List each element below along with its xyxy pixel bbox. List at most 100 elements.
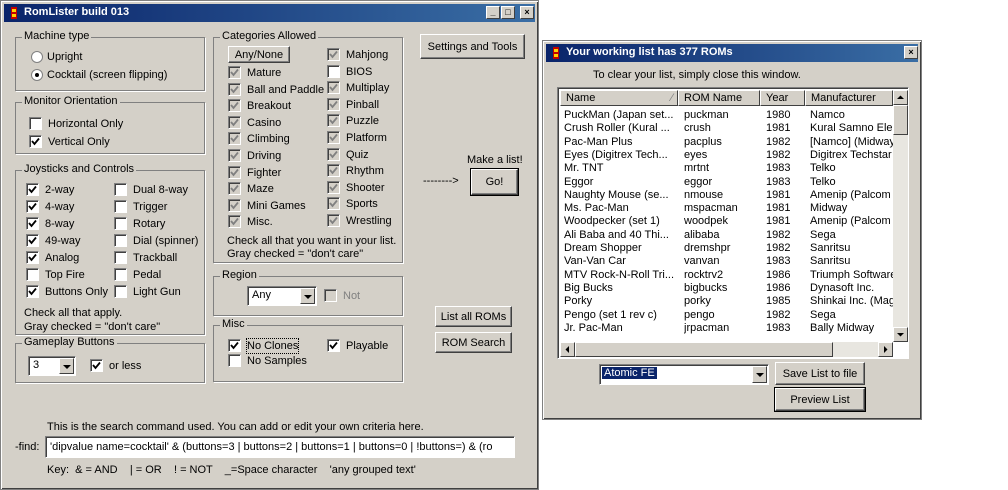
- list-titlebar[interactable]: Your working list has 377 ROMs ×: [546, 44, 918, 62]
- checkbox-box[interactable]: [324, 289, 337, 302]
- checkbox-box[interactable]: [228, 198, 241, 212]
- table-row[interactable]: Mr. TNT mrtnt 1983 Telko: [558, 162, 893, 175]
- checkbox-box[interactable]: [26, 268, 39, 281]
- checkbox-box[interactable]: [90, 359, 103, 372]
- vertical-scrollbar[interactable]: [893, 90, 908, 342]
- checkbox-box[interactable]: [26, 200, 39, 213]
- checkbox-box[interactable]: [26, 285, 39, 298]
- checkbox-box[interactable]: [114, 251, 127, 264]
- table-row[interactable]: Jr. Pac-Man jrpacman 1983 Bally Midway: [558, 322, 893, 335]
- check-icon: [230, 85, 239, 94]
- table-row[interactable]: Eggor eggor 1983 Telko: [558, 176, 893, 189]
- column-header-rom-name[interactable]: ROM Name: [678, 90, 760, 106]
- checkbox-box[interactable]: [228, 99, 241, 113]
- checkbox-box[interactable]: [327, 339, 340, 352]
- checkbox-box[interactable]: [26, 234, 39, 247]
- checkbox-box[interactable]: [228, 354, 241, 367]
- checkbox-box[interactable]: [327, 214, 340, 227]
- scroll-down-button[interactable]: [893, 327, 908, 342]
- preview-list-button[interactable]: Preview List: [774, 387, 866, 412]
- checkbox-box[interactable]: [327, 97, 340, 111]
- checkbox-box[interactable]: [327, 131, 340, 144]
- checkbox-box[interactable]: [114, 217, 127, 230]
- checkbox-box[interactable]: [228, 82, 241, 96]
- close-button[interactable]: ×: [904, 46, 918, 59]
- settings-tools-button[interactable]: Settings and Tools: [420, 34, 525, 59]
- checkbox-box[interactable]: [26, 183, 39, 196]
- scroll-h-thumb[interactable]: [575, 342, 833, 357]
- chevron-down-icon[interactable]: [59, 358, 74, 374]
- region-select[interactable]: Any: [247, 286, 317, 306]
- table-row[interactable]: Pengo (set 1 rev c) pengo 1982 Sega: [558, 309, 893, 322]
- frontend-select[interactable]: Atomic FE: [599, 364, 769, 385]
- table-cell: 1981: [766, 215, 791, 228]
- checkbox-box[interactable]: [228, 182, 241, 196]
- minimize-button[interactable]: _: [486, 6, 500, 19]
- find-input[interactable]: 'dipvalue name=cocktail' & (buttons=3 | …: [45, 436, 515, 458]
- radio-circle[interactable]: [31, 51, 43, 63]
- list-all-roms-button[interactable]: List all ROMs: [435, 306, 512, 327]
- checkbox-box[interactable]: [327, 180, 340, 194]
- checkbox-box[interactable]: [228, 165, 241, 179]
- any-none-button[interactable]: Any/None: [228, 46, 290, 63]
- table-row[interactable]: Ms. Pac-Man mspacman 1981 Midway: [558, 202, 893, 215]
- scroll-left-button[interactable]: [560, 342, 575, 357]
- checkbox-box[interactable]: [26, 217, 39, 230]
- checkbox-box[interactable]: [327, 48, 340, 61]
- checkbox-box[interactable]: [327, 147, 340, 161]
- checkbox-box[interactable]: [114, 200, 127, 213]
- table-row[interactable]: MTV Rock-N-Roll Tri... rocktrv2 1986 Triump…: [558, 269, 894, 282]
- chevron-down-icon[interactable]: [752, 366, 767, 383]
- checkbox-box[interactable]: [327, 164, 340, 178]
- table-row[interactable]: Dream Shopper dremshpr 1982 Sanritsu: [558, 242, 893, 255]
- column-header-name[interactable]: Name ⁄: [560, 90, 678, 106]
- table-row[interactable]: Porky porky 1985 Shinkai Inc. (Mag: [558, 295, 894, 308]
- scroll-right-button[interactable]: [878, 342, 893, 357]
- checkbox-box[interactable]: [114, 183, 127, 196]
- table-row[interactable]: Pac-Man Plus pacplus 1982 [Namco] (Midway: [558, 136, 894, 149]
- rom-search-button[interactable]: ROM Search: [435, 332, 512, 353]
- scroll-thumb[interactable]: [893, 105, 908, 135]
- checkbox-box[interactable]: [114, 268, 127, 281]
- column-header-manufacturer[interactable]: Manufacturer: [805, 90, 893, 106]
- checkbox-box[interactable]: [228, 339, 241, 352]
- close-button[interactable]: ×: [520, 6, 534, 19]
- column-header-year[interactable]: Year: [760, 90, 805, 106]
- checkbox-box[interactable]: [228, 66, 241, 79]
- table-row[interactable]: Ali Baba and 40 Thi... alibaba 1982 Sega: [558, 229, 893, 242]
- checkbox-box[interactable]: [228, 132, 241, 146]
- checkbox-box[interactable]: [327, 197, 340, 211]
- checkbox-box[interactable]: [228, 149, 241, 162]
- table-row[interactable]: Eyes (Digitrex Tech... eyes 1982 Digitrex T…: [558, 149, 893, 162]
- save-list-button[interactable]: Save List to file: [775, 362, 865, 385]
- table-row[interactable]: Naughty Mouse (se... nmouse 1981 Amenip (Pa…: [558, 188, 894, 202]
- table-row[interactable]: PuckMan (Japan set... puckman 1980 Namco: [558, 109, 893, 122]
- radio-circle[interactable]: [31, 69, 43, 81]
- buttons-count-select[interactable]: 3: [28, 356, 76, 376]
- scroll-up-button[interactable]: [893, 90, 908, 105]
- checkbox-box[interactable]: [114, 285, 127, 298]
- rom-list-view[interactable]: Name ⁄ ROM Name Year Manufacturer PuckMan…: [557, 87, 909, 359]
- table-row[interactable]: Big Bucks bigbucks 1986 Dynasoft Inc.: [558, 282, 893, 295]
- checkbox-box[interactable]: [327, 114, 340, 128]
- horizontal-scrollbar[interactable]: [560, 342, 893, 357]
- checkbox-box[interactable]: [327, 81, 340, 95]
- checkbox-box[interactable]: [29, 135, 42, 148]
- chevron-down-icon[interactable]: [300, 288, 315, 304]
- checkbox-label: Casino: [247, 116, 282, 129]
- main-titlebar[interactable]: RomLister build 013 _ □ ×: [4, 4, 535, 22]
- go-button[interactable]: Go!: [470, 168, 519, 196]
- maximize-button[interactable]: □: [501, 6, 515, 19]
- checkbox-box[interactable]: [327, 64, 340, 78]
- table-cell: nmouse: [684, 188, 724, 201]
- checkbox-box[interactable]: [228, 215, 241, 229]
- checkbox-box[interactable]: [26, 251, 39, 264]
- checkbox-box[interactable]: [29, 117, 42, 130]
- table-row[interactable]: Woodpecker (set 1) woodpek 1981 Amenip (Pal…: [558, 215, 894, 228]
- checkbox-label: 2-way: [45, 184, 75, 196]
- table-row[interactable]: Van-Van Car vanvan 1983 Sanritsu: [558, 255, 893, 268]
- checkbox-label: Trigger: [133, 201, 168, 213]
- table-row[interactable]: Crush Roller (Kural ... crush 1981 Kural Sa…: [558, 122, 894, 135]
- checkbox-box[interactable]: [228, 115, 241, 129]
- checkbox-box[interactable]: [114, 234, 127, 247]
